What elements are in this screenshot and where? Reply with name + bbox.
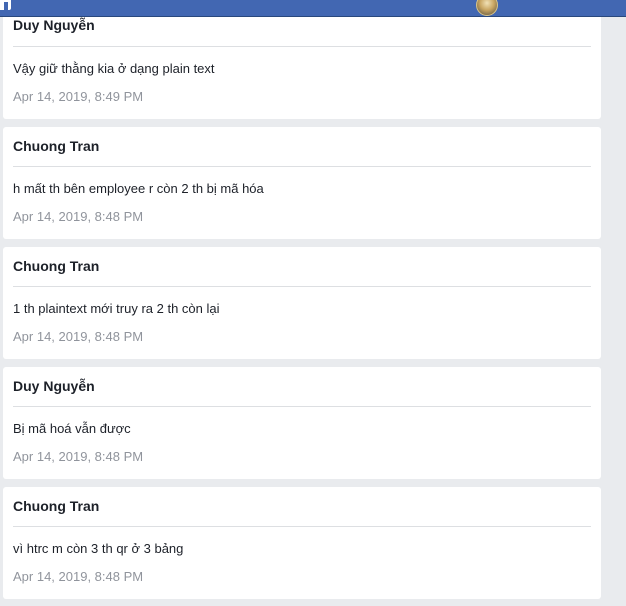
message-divider xyxy=(13,286,591,287)
message-author[interactable]: Duy Nguyễn xyxy=(13,378,95,394)
message-author[interactable]: Chuong Tran xyxy=(13,138,99,154)
facebook-logo-icon[interactable] xyxy=(0,0,11,10)
message-text: h mất th bên employee r còn 2 th bị mã h… xyxy=(13,181,264,196)
message-timestamp[interactable]: Apr 14, 2019, 8:48 PM xyxy=(13,449,143,464)
message-timestamp[interactable]: Apr 14, 2019, 8:48 PM xyxy=(13,569,143,584)
message-timestamp[interactable]: Apr 14, 2019, 8:48 PM xyxy=(13,209,143,224)
top-navigation-bar xyxy=(0,0,626,17)
message-author[interactable]: Chuong Tran xyxy=(13,498,99,514)
message-timestamp[interactable]: Apr 14, 2019, 8:48 PM xyxy=(13,329,143,344)
message-card: Chuong Tran h mất th bên employee r còn … xyxy=(3,127,601,239)
message-card: Chuong Tran 1 th plaintext mới truy ra 2… xyxy=(3,247,601,359)
message-timestamp[interactable]: Apr 14, 2019, 8:49 PM xyxy=(13,89,143,104)
message-card: Chuong Tran vì htrc m còn 3 th qr ở 3 bả… xyxy=(3,487,601,599)
message-divider xyxy=(13,526,591,527)
message-text: 1 th plaintext mới truy ra 2 th còn lại xyxy=(13,301,220,316)
message-divider xyxy=(13,46,591,47)
message-author[interactable]: Duy Nguyễn xyxy=(13,17,95,33)
message-text: Vậy giữ thằng kia ở dạng plain text xyxy=(13,61,215,76)
message-card: Duy Nguyễn Vậy giữ thằng kia ở dạng plai… xyxy=(3,0,601,119)
message-divider xyxy=(13,166,591,167)
message-card: Duy Nguyễn Bị mã hoá vẫn được Apr 14, 20… xyxy=(3,367,601,479)
message-text: Bị mã hoá vẫn được xyxy=(13,421,131,436)
profile-avatar-icon[interactable] xyxy=(476,0,498,16)
message-divider xyxy=(13,406,591,407)
message-author[interactable]: Chuong Tran xyxy=(13,258,99,274)
message-text: vì htrc m còn 3 th qr ở 3 bảng xyxy=(13,541,184,556)
message-feed: Duy Nguyễn Vậy giữ thằng kia ở dạng plai… xyxy=(0,0,626,606)
